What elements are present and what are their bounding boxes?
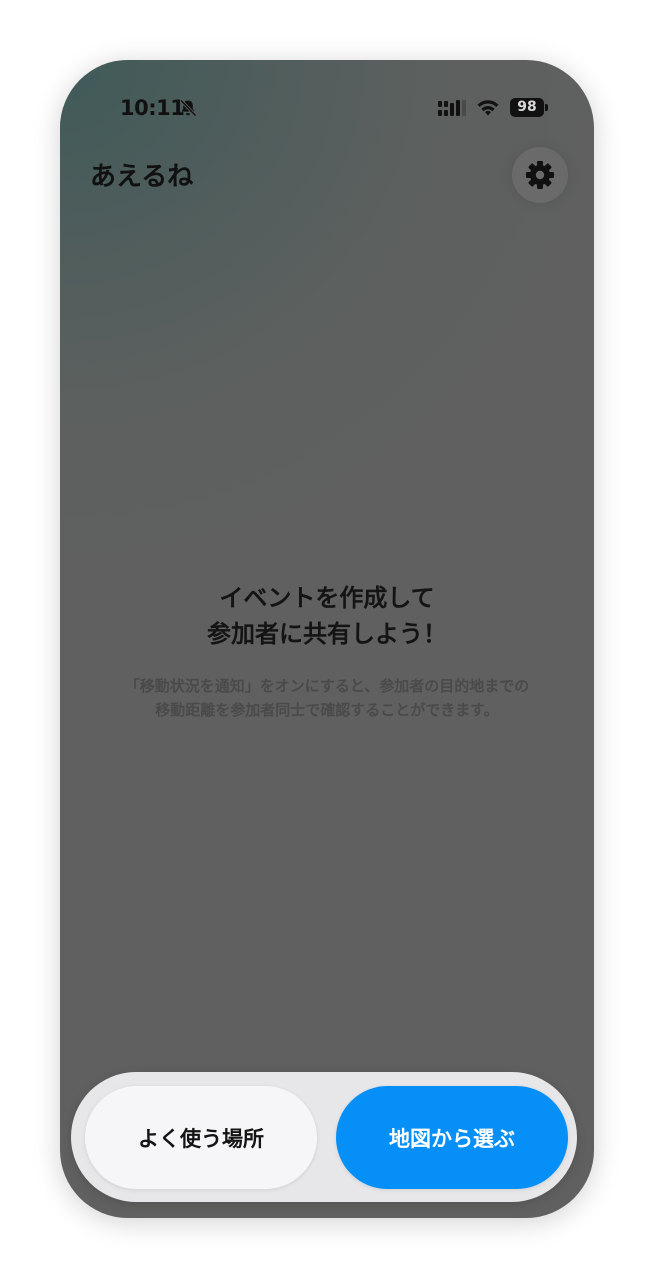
empty-state-description: 「移動状況を通知」をオンにすると、参加者の目的地までの 移動距離を参加者同士で確… — [60, 674, 594, 722]
choose-from-map-button[interactable]: 地図から選ぶ — [336, 1086, 568, 1189]
empty-state-description-line: 移動距離を参加者同士で確認することができます。 — [155, 701, 499, 719]
battery-icon: 98 — [510, 98, 548, 118]
battery-level: 98 — [510, 98, 544, 117]
favorite-places-button[interactable]: よく使う場所 — [85, 1086, 317, 1189]
battery-cap — [545, 104, 548, 111]
empty-state-title: イベントを作成して 参加者に共有しよう！ — [60, 580, 594, 652]
bell-slash-icon — [179, 99, 197, 117]
settings-button[interactable] — [512, 147, 568, 203]
status-bar: 10:11 98 — [60, 60, 594, 160]
status-time: 10:11 — [120, 96, 185, 120]
empty-state-title-line: イベントを作成して — [219, 584, 435, 612]
bottom-action-bar: よく使う場所 地図から選ぶ — [71, 1072, 577, 1202]
empty-state-description-line: 「移動状況を通知」をオンにすると、参加者の目的地までの — [124, 677, 530, 695]
empty-state-title-line: 参加者に共有しよう！ — [207, 620, 447, 648]
phone-screen: 10:11 98 あえるね イベントを作成して 参加者に共有しよう！ 「移動状況… — [60, 60, 594, 1218]
wifi-icon — [477, 100, 499, 116]
app-title: あえるね — [90, 162, 194, 192]
gear-icon — [526, 161, 554, 189]
signal-icon — [438, 100, 466, 116]
